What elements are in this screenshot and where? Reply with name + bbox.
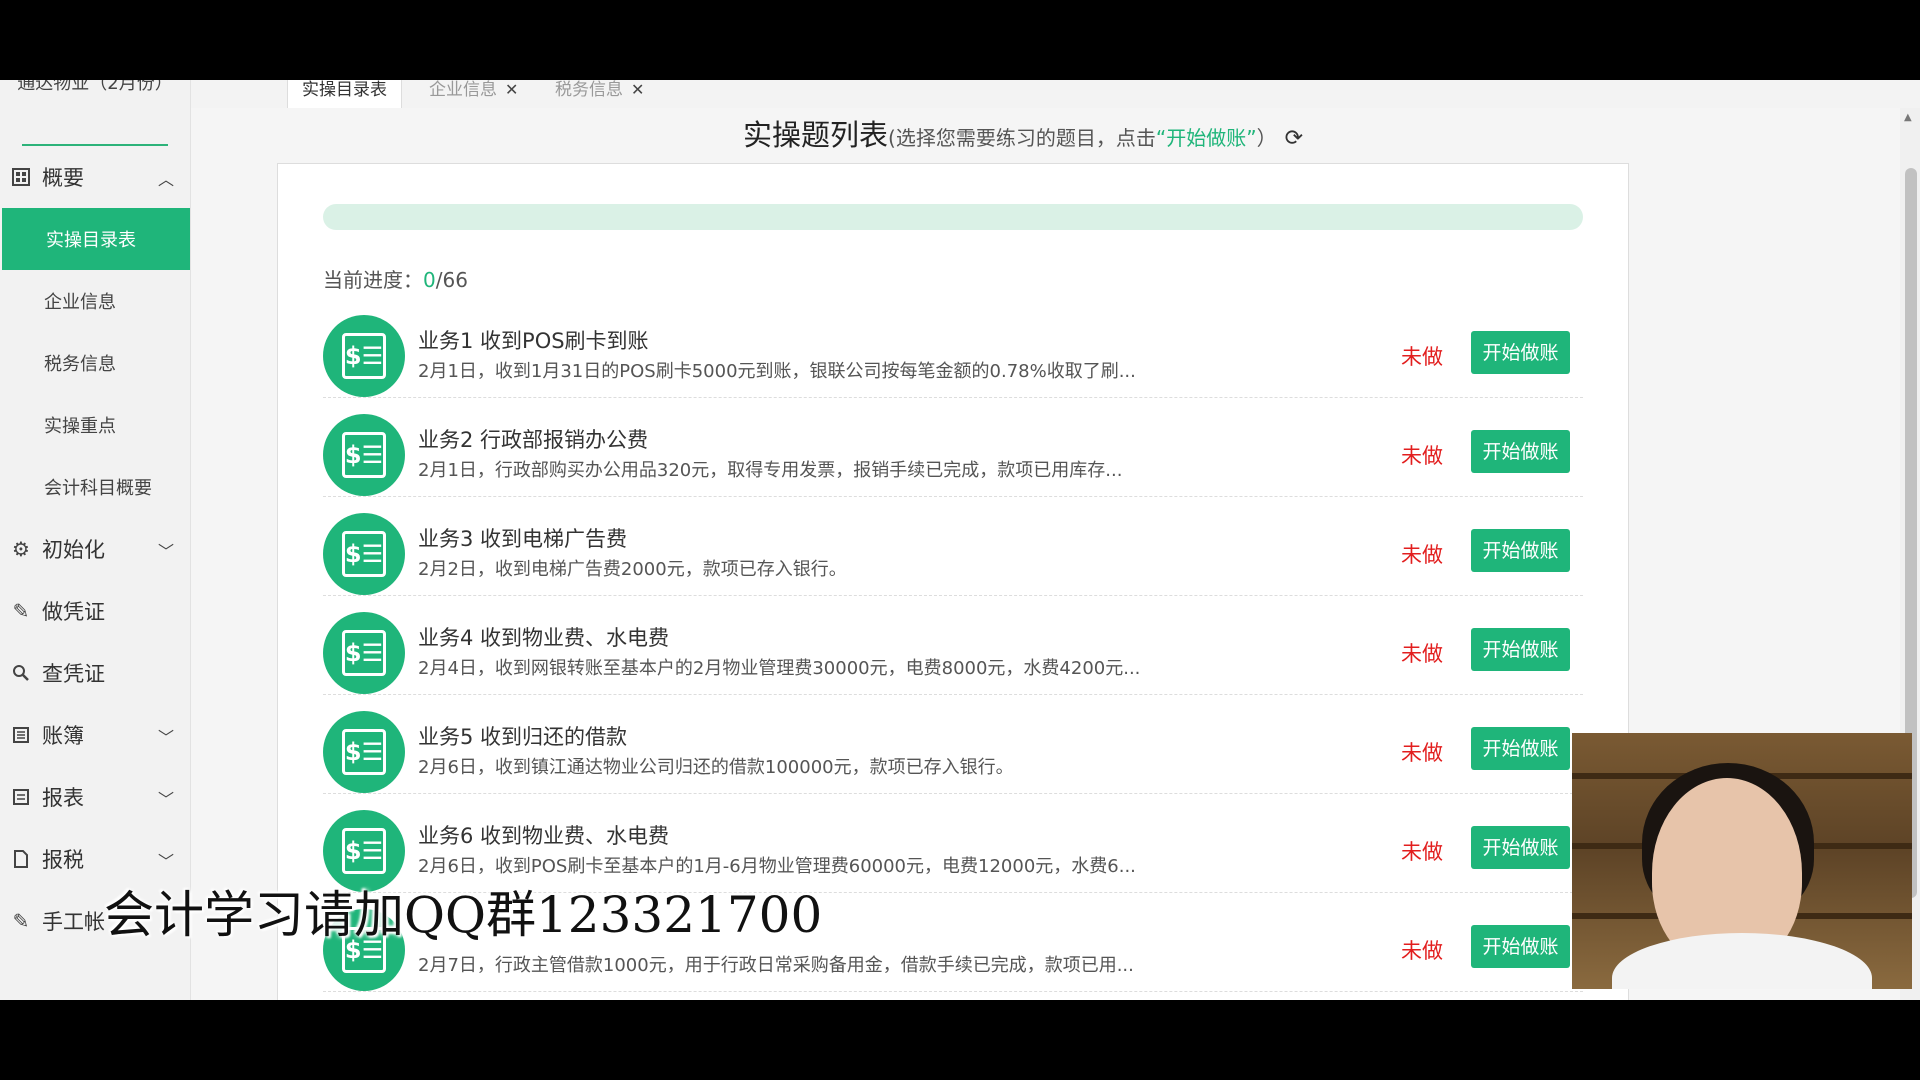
chevron-down-icon: ﹀ xyxy=(157,852,174,871)
task-status: 未做 xyxy=(1401,741,1443,765)
task-description: 2月6日，收到镇江通达物业公司归还的借款100000元，款项已存入银行。 xyxy=(418,757,1014,778)
tab-bar: 实操目录表 企业信息 ✕ 税务信息 ✕ xyxy=(191,80,1920,109)
start-bookkeeping-button[interactable]: 开始做账 xyxy=(1471,727,1570,770)
task-title: 业务5 收到归还的借款 xyxy=(418,725,628,749)
sidebar-item-tax-info[interactable]: 税务信息 xyxy=(0,332,190,394)
page-subtitle-highlight: “开始做账” xyxy=(1155,126,1257,150)
sidebar-item-practice-catalog[interactable]: 实操目录表 xyxy=(2,208,190,270)
close-icon[interactable]: ✕ xyxy=(631,80,644,99)
task-status: 未做 xyxy=(1401,642,1443,666)
sidebar-item-accounts-summary[interactable]: 会计科目概要 xyxy=(0,456,190,518)
task-description: 2月1日，行政部购买办公用品320元，取得专用发票，报销手续已完成，款项已用库存… xyxy=(418,460,1123,481)
page-subtitle-post: ） xyxy=(1256,126,1277,150)
bill-icon: $☰ xyxy=(323,315,405,397)
start-bookkeeping-button[interactable]: 开始做账 xyxy=(1471,628,1570,671)
company-name: 通达物业（2月份） xyxy=(17,80,173,94)
progress-total: /66 xyxy=(435,268,468,292)
close-icon[interactable]: ✕ xyxy=(505,80,518,99)
pencil-icon: ✎ xyxy=(12,909,30,933)
start-bookkeeping-button[interactable]: 开始做账 xyxy=(1471,430,1570,473)
progress-label: 当前进度：0/66 xyxy=(323,264,468,293)
file-icon xyxy=(10,848,32,870)
chevron-up-icon: ︿ xyxy=(157,170,174,189)
chevron-down-icon: ﹀ xyxy=(157,728,174,747)
progress-current: 0 xyxy=(423,268,436,292)
sidebar-group-reports[interactable]: 报表 ﹀ xyxy=(0,766,190,828)
task-status: 未做 xyxy=(1401,543,1443,567)
list-icon xyxy=(10,786,32,808)
sidebar-group-label: 报税 xyxy=(42,848,84,872)
task-title: 业务3 收到电梯广告费 xyxy=(418,527,628,551)
task-description: 2月2日，收到电梯广告费2000元，款项已存入银行。 xyxy=(418,559,847,580)
book-icon xyxy=(10,724,32,746)
page-title-text: 实操题列表 xyxy=(743,118,889,152)
task-title: 业务1 收到POS刷卡到账 xyxy=(418,329,649,353)
sidebar: 通达物业（2月份） 概要 ︿ 实操目录表 企业信息 税务信息 实操重点 会计科目… xyxy=(0,80,191,1000)
task-status: 未做 xyxy=(1401,939,1443,963)
sidebar-item-key-points[interactable]: 实操重点 xyxy=(0,394,190,456)
tab-label: 实操目录表 xyxy=(302,80,387,100)
search-icon xyxy=(10,662,32,684)
chevron-down-icon: ﹀ xyxy=(157,790,174,809)
tab-label: 税务信息 xyxy=(555,80,623,100)
page-title: 实操题列表(选择您需要练习的题目，点击“开始做账”） ⟳ xyxy=(743,112,1303,154)
task-row: $☰ 业务5 收到归还的借款 2月6日，收到镇江通达物业公司归还的借款10000… xyxy=(323,695,1583,794)
progress-label-text: 当前进度： xyxy=(323,268,423,292)
task-description: 2月7日，行政主管借款1000元，用于行政日常采购备用金，借款手续已完成，款项已… xyxy=(418,955,1134,976)
task-title: 业务4 收到物业费、水电费 xyxy=(418,626,670,650)
task-row: $☰ 业务3 收到电梯广告费 2月2日，收到电梯广告费2000元，款项已存入银行… xyxy=(323,497,1583,596)
sidebar-group-init[interactable]: ⚙ 初始化 ﹀ xyxy=(0,518,190,580)
task-description: 2月4日，收到网银转账至基本户的2月物业管理费30000元，电费8000元，水费… xyxy=(418,658,1141,679)
task-row: $☰ 业务2 行政部报销办公费 2月1日，行政部购买办公用品320元，取得专用发… xyxy=(323,398,1583,497)
sidebar-group-label: 概要 xyxy=(42,166,84,190)
webcam-overlay xyxy=(1572,733,1912,989)
start-bookkeeping-button[interactable]: 开始做账 xyxy=(1471,826,1570,869)
task-title: 业务2 行政部报销办公费 xyxy=(418,428,649,452)
bill-icon: $☰ xyxy=(323,513,405,595)
caption-overlay: 会计学习请加QQ群123321700 xyxy=(104,886,823,944)
task-title: 业务6 收到物业费、水电费 xyxy=(418,824,670,848)
sidebar-item-company-info[interactable]: 企业信息 xyxy=(0,270,190,332)
sidebar-group-ledger[interactable]: 账簿 ﹀ xyxy=(0,704,190,766)
start-bookkeeping-button[interactable]: 开始做账 xyxy=(1471,529,1570,572)
bill-icon: $☰ xyxy=(323,612,405,694)
bill-icon: $☰ xyxy=(323,711,405,793)
sidebar-group-label: 报表 xyxy=(42,786,84,810)
pencil-icon: ✎ xyxy=(12,599,30,623)
sidebar-group-label: 查凭证 xyxy=(42,662,105,686)
bill-icon: $☰ xyxy=(323,414,405,496)
task-status: 未做 xyxy=(1401,444,1443,468)
gear-icon: ⚙ xyxy=(12,537,30,561)
sidebar-group-label: 做凭证 xyxy=(42,600,105,624)
sidebar-group-make-voucher[interactable]: ✎ 做凭证 xyxy=(0,580,190,642)
page-subtitle-pre: (选择您需要练习的题目，点击 xyxy=(888,126,1156,150)
tab-practice-catalog[interactable]: 实操目录表 xyxy=(287,80,402,108)
task-row: $☰ 业务1 收到POS刷卡到账 2月1日，收到1月31日的POS刷卡5000元… xyxy=(323,299,1583,398)
scroll-up-icon[interactable]: ▲ xyxy=(1904,112,1912,123)
task-row: $☰ 业务4 收到物业费、水电费 2月4日，收到网银转账至基本户的2月物业管理费… xyxy=(323,596,1583,695)
progress-bar xyxy=(323,204,1583,230)
tab-tax-info[interactable]: 税务信息 ✕ xyxy=(541,80,658,108)
refresh-icon[interactable]: ⟳ xyxy=(1285,126,1303,151)
sidebar-group-label: 手工帐 xyxy=(42,910,105,934)
tab-company-info[interactable]: 企业信息 ✕ xyxy=(415,80,532,108)
task-status: 未做 xyxy=(1401,840,1443,864)
task-status: 未做 xyxy=(1401,345,1443,369)
start-bookkeeping-button[interactable]: 开始做账 xyxy=(1471,925,1570,968)
task-description: 2月1日，收到1月31日的POS刷卡5000元到账，银联公司按每笔金额的0.78… xyxy=(418,361,1136,382)
grid-icon xyxy=(10,166,32,188)
tab-label: 企业信息 xyxy=(429,80,497,100)
sidebar-group-overview[interactable]: 概要 ︿ xyxy=(0,146,190,208)
sidebar-group-query-voucher[interactable]: 查凭证 xyxy=(0,642,190,704)
sidebar-group-label: 初始化 xyxy=(42,538,105,562)
sidebar-group-label: 账簿 xyxy=(42,724,84,748)
start-bookkeeping-button[interactable]: 开始做账 xyxy=(1471,331,1570,374)
chevron-down-icon: ﹀ xyxy=(157,542,174,561)
